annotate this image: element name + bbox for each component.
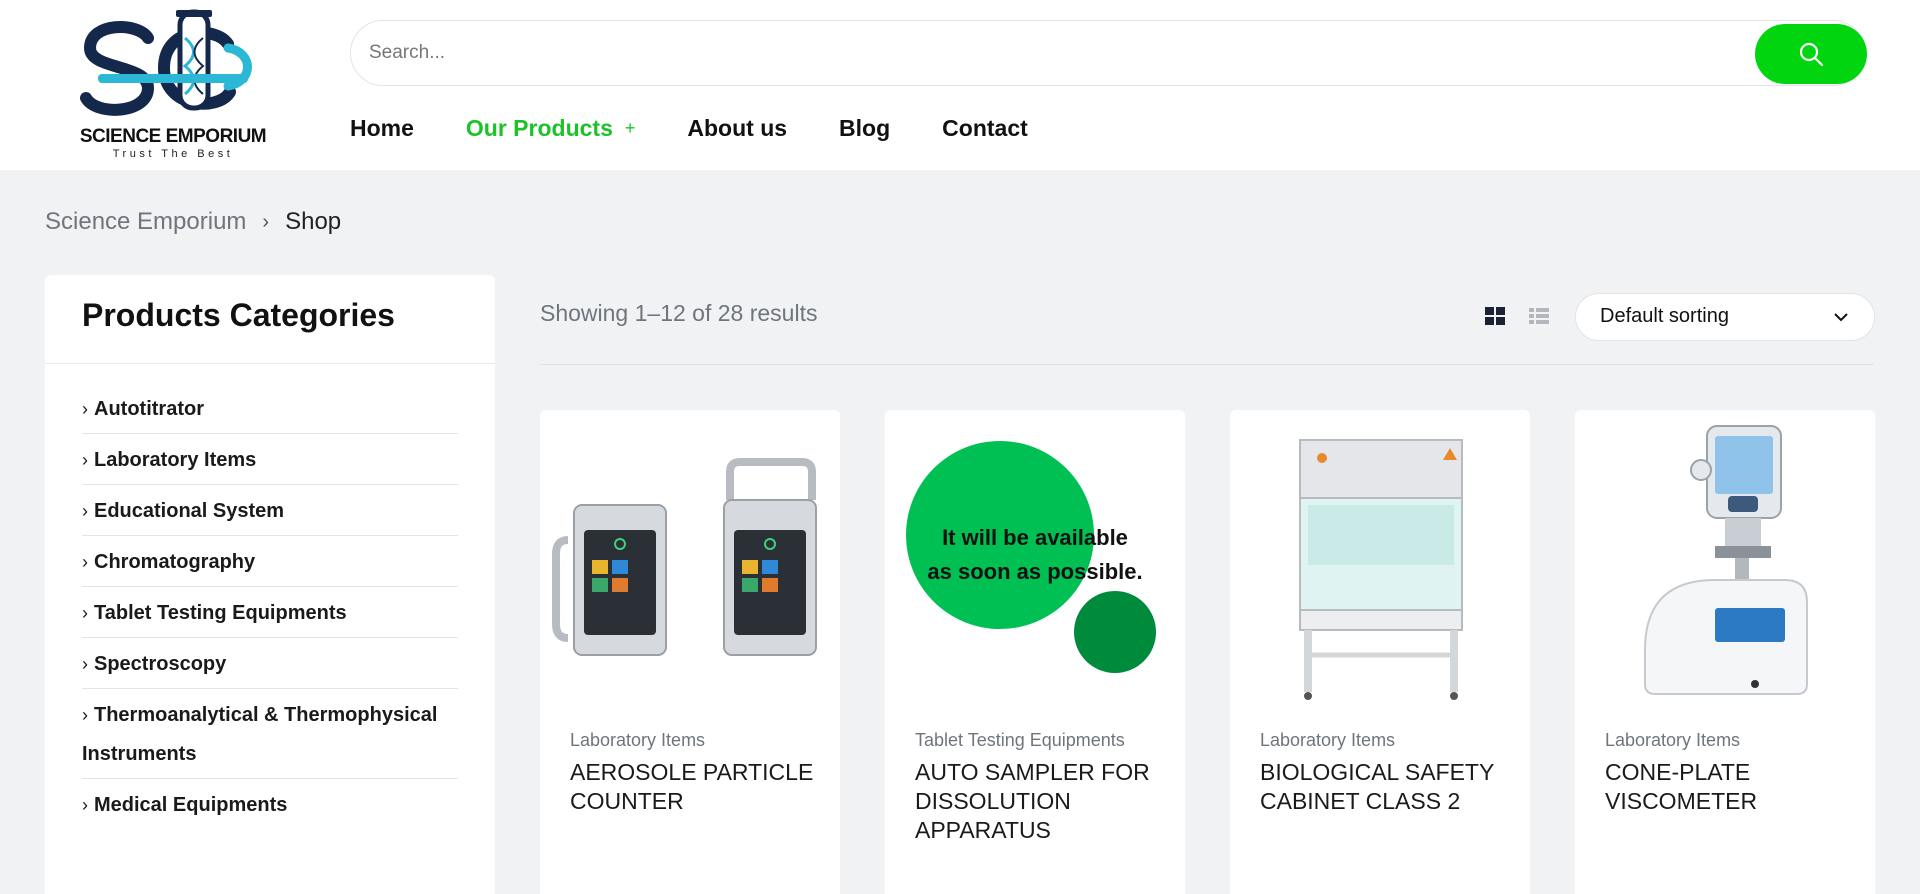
placeholder-image-text-line-2: as soon as possible. (927, 559, 1142, 584)
product-card[interactable]: It will be available as soon as possible… (885, 410, 1185, 894)
toolbar-divider (540, 364, 1874, 365)
placeholder-image-text-line-1: It will be available (942, 525, 1128, 550)
product-title[interactable]: AUTO SAMPLER FOR DISSOLUTION APPARATUS (915, 758, 1165, 845)
product-category[interactable]: Laboratory Items (1260, 730, 1395, 751)
logo-mark-icon (80, 9, 252, 116)
site-logo[interactable]: SCIENCE EMPORIUM Trust The Best (78, 8, 268, 160)
breadcrumb-home-link[interactable]: Science Emporium (45, 208, 246, 236)
nav-about-us[interactable]: About us (687, 115, 787, 142)
aerosol-particle-counter-image (552, 458, 817, 656)
category-label: Educational System (94, 500, 285, 522)
category-item-chromatography[interactable]: › Chromatography (82, 543, 458, 587)
category-label: Chromatography (94, 551, 256, 573)
product-title[interactable]: AEROSOLE PARTICLE COUNTER (570, 758, 820, 816)
chevron-right-icon: › (262, 210, 270, 233)
category-label: Autotitrator (94, 398, 204, 420)
category-label: Thermoanalytical & Thermophysical Instru… (82, 704, 438, 765)
submenu-plus-icon[interactable]: + (625, 118, 636, 139)
logo-name: SCIENCE EMPORIUM (79, 126, 267, 147)
sidebar-title: Products Categories (82, 297, 395, 333)
category-label: Tablet Testing Equipments (94, 602, 347, 624)
product-category[interactable]: Laboratory Items (570, 730, 705, 751)
nav-blog-label: Blog (839, 114, 891, 141)
category-item-spectroscopy[interactable]: › Spectroscopy (82, 645, 458, 689)
chevron-right-icon: › (82, 552, 88, 572)
chevron-right-icon: › (82, 795, 88, 815)
category-item-medical-equipments[interactable]: › Medical Equipments (82, 786, 458, 829)
category-label: Medical Equipments (94, 794, 288, 816)
category-label: Spectroscopy (94, 653, 227, 675)
chevron-right-icon: › (82, 654, 88, 674)
category-item-laboratory-items[interactable]: › Laboratory Items (82, 441, 458, 485)
categories-sidebar: Products Categories › Autotitrator › Labor… (45, 275, 495, 894)
placeholder-image: It will be available as soon as possible… (906, 441, 1156, 673)
chevron-right-icon: › (82, 399, 88, 419)
category-label: Laboratory Items (94, 449, 257, 471)
list-view-icon[interactable] (1528, 306, 1550, 326)
grid-view-icon[interactable] (1484, 306, 1506, 326)
nav-blog[interactable]: Blog (839, 115, 890, 142)
sort-select-value: Default sorting (1600, 305, 1729, 327)
result-count: Showing 1–12 of 28 results (540, 300, 818, 326)
category-list: › Autotitrator › Laboratory Items › Educati… (82, 390, 458, 836)
product-title[interactable]: BIOLOGICAL SAFETY CABINET CLASS 2 (1260, 758, 1510, 816)
product-card[interactable]: Laboratory Items BIOLOGICAL SAFETY CABIN… (1230, 410, 1530, 894)
product-category[interactable]: Laboratory Items (1605, 730, 1740, 751)
nav-contact-label: Contact (942, 114, 1028, 141)
safety-cabinet-image (1299, 439, 1463, 700)
product-category[interactable]: Tablet Testing Equipments (915, 730, 1125, 751)
category-item-autotitrator[interactable]: › Autotitrator (82, 390, 458, 434)
search-input[interactable] (369, 35, 1669, 71)
chevron-right-icon: › (82, 603, 88, 623)
category-item-educational-system[interactable]: › Educational System (82, 492, 458, 536)
main-nav: Home Our Products + About us Blog Contact (350, 110, 1080, 146)
nav-about-us-label: About us (687, 114, 788, 141)
category-item-thermoanalytical[interactable]: › Thermoanalytical & Thermophysical Instr… (82, 696, 458, 779)
chevron-right-icon: › (82, 450, 88, 470)
category-item-tablet-testing[interactable]: › Tablet Testing Equipments (82, 594, 458, 638)
product-title[interactable]: CONE-PLATE VISCOMETER (1605, 758, 1855, 816)
logo-tagline: Trust The Best (112, 148, 234, 160)
nav-our-products-label: Our Products (465, 114, 613, 141)
search-button[interactable] (1755, 24, 1867, 84)
viscometer-image (1644, 425, 1808, 695)
product-card[interactable]: Laboratory Items CONE-PLATE VISCOMETER (1575, 410, 1875, 894)
sidebar-divider (45, 363, 495, 364)
search-icon (1799, 42, 1824, 67)
chevron-right-icon: › (82, 501, 88, 521)
chevron-down-icon (1834, 313, 1848, 322)
nav-contact[interactable]: Contact (942, 115, 1028, 142)
breadcrumb: Science Emporium › Shop (45, 208, 341, 236)
chevron-right-icon: › (82, 705, 88, 725)
site-header: SCIENCE EMPORIUM Trust The Best Home Our… (0, 0, 1920, 170)
nav-home-label: Home (350, 114, 414, 141)
search-bar (350, 20, 1867, 86)
product-card[interactable]: Laboratory Items AEROSOLE PARTICLE COUNT… (540, 410, 840, 894)
nav-home[interactable]: Home (350, 115, 414, 142)
nav-our-products[interactable]: Our Products + (466, 115, 635, 142)
breadcrumb-current: Shop (285, 208, 342, 235)
sort-select[interactable]: Default sorting (1575, 293, 1875, 341)
